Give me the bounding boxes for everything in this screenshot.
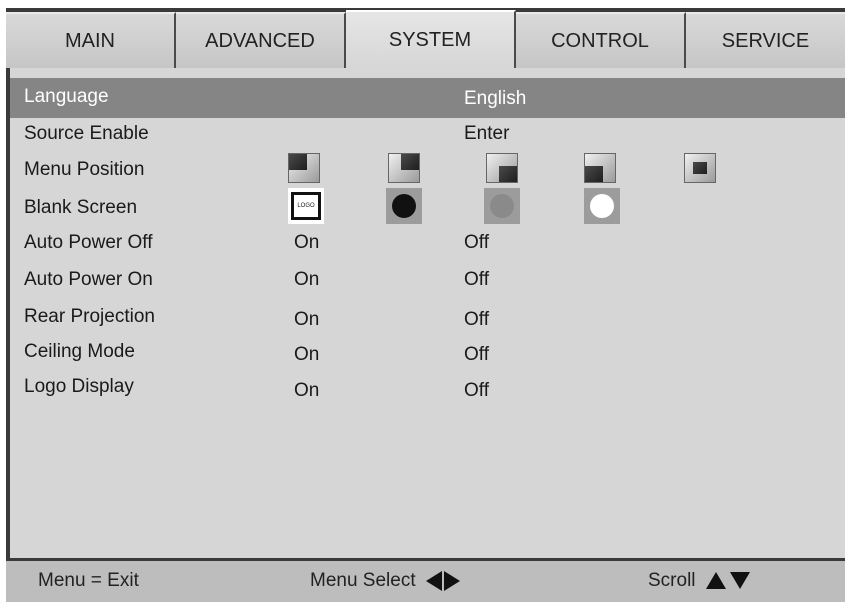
bottom-right-position-icon[interactable] bbox=[486, 153, 518, 183]
menu-position-label: Menu Position bbox=[24, 159, 145, 180]
auto-power-on-on[interactable]: On bbox=[294, 269, 319, 291]
ceiling-mode-off[interactable]: Off bbox=[464, 344, 489, 366]
menu-exit-hint: Menu = Exit bbox=[38, 570, 139, 591]
logo-display-label: Logo Display bbox=[24, 376, 134, 397]
blank-screen-label: Blank Screen bbox=[24, 197, 138, 218]
language-row[interactable]: Language English bbox=[10, 78, 845, 118]
tab-advanced[interactable]: ADVANCED bbox=[176, 12, 346, 68]
rear-projection-on[interactable]: On bbox=[294, 309, 319, 331]
auto-power-off-label: Auto Power Off bbox=[24, 232, 153, 253]
black-icon[interactable] bbox=[386, 188, 422, 224]
gray-icon[interactable] bbox=[484, 188, 520, 224]
menu-select-hint: Menu Select bbox=[310, 570, 460, 592]
menu-select-label: Menu Select bbox=[310, 570, 416, 591]
blank-screen-row[interactable]: Blank Screen LOGO bbox=[10, 188, 845, 226]
tab-service[interactable]: SERVICE bbox=[686, 12, 845, 68]
ceiling-mode-row[interactable]: Ceiling Mode On Off bbox=[10, 337, 845, 371]
auto-power-off-on[interactable]: On bbox=[294, 232, 319, 254]
auto-power-off-row[interactable]: Auto Power Off On Off bbox=[10, 228, 845, 262]
top-right-position-icon[interactable] bbox=[388, 153, 420, 183]
tab-bar: MAIN ADVANCED SYSTEM CONTROL SERVICE bbox=[6, 8, 845, 68]
language-label: Language bbox=[24, 86, 109, 107]
logo-display-row[interactable]: Logo Display On Off bbox=[10, 372, 845, 406]
logo-display-on[interactable]: On bbox=[294, 380, 319, 402]
tab-main[interactable]: MAIN bbox=[6, 12, 176, 68]
ceiling-mode-on[interactable]: On bbox=[294, 344, 319, 366]
footer-bar: Menu = Exit Menu Select Scroll bbox=[6, 558, 845, 602]
scroll-hint: Scroll bbox=[648, 570, 750, 592]
rear-projection-off[interactable]: Off bbox=[464, 309, 489, 331]
auto-power-on-label: Auto Power On bbox=[24, 269, 153, 290]
top-left-position-icon[interactable] bbox=[288, 153, 320, 183]
left-arrow-icon bbox=[425, 570, 442, 591]
rear-projection-row[interactable]: Rear Projection On Off bbox=[10, 302, 845, 336]
bottom-left-position-icon[interactable] bbox=[584, 153, 616, 183]
center-position-icon[interactable] bbox=[684, 153, 716, 183]
source-enable-label: Source Enable bbox=[24, 123, 149, 144]
system-menu-window: MAIN ADVANCED SYSTEM CONTROL SERVICE Lan… bbox=[6, 8, 845, 602]
auto-power-on-row[interactable]: Auto Power On On Off bbox=[10, 265, 845, 299]
white-icon[interactable] bbox=[584, 188, 620, 224]
logo-display-off[interactable]: Off bbox=[464, 380, 489, 402]
scroll-label: Scroll bbox=[648, 570, 696, 591]
tab-system[interactable]: SYSTEM bbox=[346, 10, 516, 68]
up-arrow-icon bbox=[705, 572, 726, 590]
logo-icon[interactable]: LOGO bbox=[288, 188, 324, 224]
down-arrow-icon bbox=[729, 572, 750, 590]
menu-position-row[interactable]: Menu Position bbox=[10, 150, 845, 188]
right-arrow-icon bbox=[443, 570, 460, 591]
rear-projection-label: Rear Projection bbox=[24, 306, 155, 327]
logo-box: LOGO bbox=[291, 192, 321, 220]
ceiling-mode-label: Ceiling Mode bbox=[24, 341, 135, 362]
auto-power-on-off[interactable]: Off bbox=[464, 269, 489, 291]
language-value[interactable]: English bbox=[464, 88, 526, 110]
tab-control[interactable]: CONTROL bbox=[516, 12, 686, 68]
source-enable-enter[interactable]: Enter bbox=[464, 123, 509, 145]
auto-power-off-off[interactable]: Off bbox=[464, 232, 489, 254]
source-enable-row[interactable]: Source Enable Enter bbox=[10, 119, 845, 153]
